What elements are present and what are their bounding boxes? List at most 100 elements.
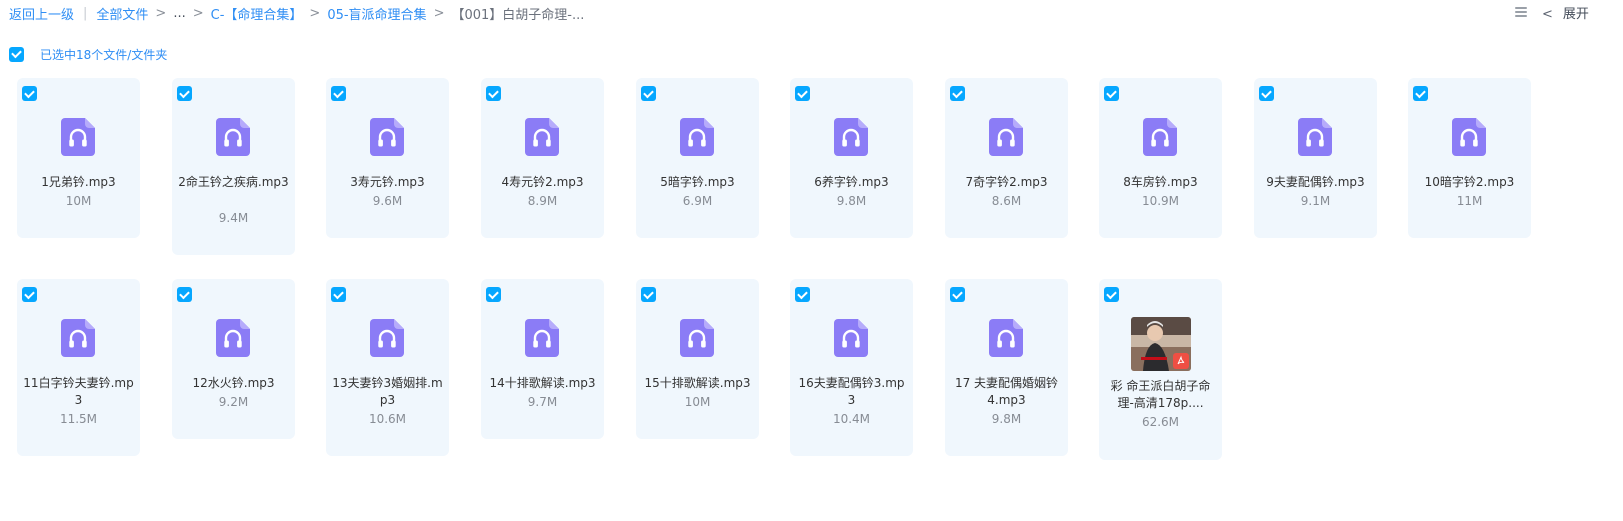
file-name: 7奇字钤2.mp3 — [965, 175, 1048, 189]
file-checkbox[interactable] — [486, 287, 501, 302]
headphones-icon — [1452, 118, 1486, 156]
file-checkbox[interactable] — [641, 287, 656, 302]
file-card[interactable]: 5暗字钤.mp3 6.9M — [636, 78, 759, 238]
file-name: 9夫妻配偶钤.mp3 — [1266, 175, 1365, 189]
file-card[interactable]: 10暗字钤2.mp3 11M — [1408, 78, 1531, 238]
file-checkbox[interactable] — [177, 287, 192, 302]
breadcrumb: 返回上一级 | 全部文件 > ... > C-【命理合集】 > 05-盲派命理合… — [9, 4, 584, 23]
file-card[interactable]: 16夫妻配偶钤3.mp3 10.4M — [790, 279, 913, 456]
file-card[interactable]: 11白字钤夫妻钤.mp3 11.5M — [17, 279, 140, 456]
selection-count: 已选中18个文件/文件夹 — [40, 47, 168, 62]
file-name: 4寿元钤2.mp3 — [501, 175, 584, 189]
file-checkbox[interactable] — [331, 287, 346, 302]
file-name: 15十排歌解读.mp3 — [644, 376, 751, 390]
file-size: 9.4M — [218, 211, 249, 225]
headphones-icon — [1298, 118, 1332, 156]
file-type-icon — [525, 118, 559, 156]
file-card[interactable]: 14十排歌解读.mp3 9.7M — [481, 279, 604, 439]
breadcrumb-arrow-icon: > — [192, 6, 204, 21]
breadcrumb-ellipsis[interactable]: ... — [173, 6, 185, 21]
file-type-icon — [989, 118, 1023, 156]
expand-label: 展开 — [1562, 7, 1589, 22]
file-type-icon — [216, 319, 250, 357]
file-name: 3寿元钤.mp3 — [350, 175, 425, 189]
file-name: 5暗字钤.mp3 — [660, 175, 735, 189]
breadcrumb-divider: | — [83, 6, 88, 21]
file-name: 14十排歌解读.mp3 — [489, 376, 596, 390]
file-checkbox[interactable] — [1413, 86, 1428, 101]
file-size: 9.1M — [1300, 194, 1331, 208]
file-checkbox[interactable] — [177, 86, 192, 101]
headphones-icon — [680, 118, 714, 156]
file-checkbox[interactable] — [331, 86, 346, 101]
file-checkbox[interactable] — [486, 86, 501, 101]
file-card[interactable]: 13夫妻钤3婚姻排.mp3 10.6M — [326, 279, 449, 456]
file-card[interactable]: 9夫妻配偶钤.mp3 9.1M — [1254, 78, 1377, 238]
file-checkbox[interactable] — [22, 287, 37, 302]
file-card[interactable]: 彩 命王派白胡子命理-高清178p.... 62.6M — [1099, 279, 1222, 460]
file-type-icon — [370, 319, 404, 357]
breadcrumb-all-files[interactable]: 全部文件 — [96, 4, 148, 23]
file-card[interactable]: 15十排歌解读.mp3 10M — [636, 279, 759, 439]
file-type-icon — [370, 118, 404, 156]
file-type-icon — [1298, 118, 1332, 156]
back-link[interactable]: 返回上一级 — [9, 4, 74, 23]
file-card[interactable]: 1兄弟钤.mp3 10M — [17, 78, 140, 238]
headphones-icon — [1143, 118, 1177, 156]
breadcrumb-arrow-icon: > — [433, 6, 445, 21]
breadcrumb-folder-c[interactable]: C-【命理合集】 — [211, 4, 303, 23]
headphones-icon — [989, 118, 1023, 156]
file-size: 10M — [65, 194, 92, 208]
headphones-icon — [834, 118, 868, 156]
file-size: 10.6M — [368, 412, 407, 426]
breadcrumb-current: 【001】白胡子命理-... — [451, 8, 585, 23]
file-size: 62.6M — [1141, 415, 1180, 429]
select-all-checkbox[interactable] — [9, 46, 24, 62]
breadcrumb-folder-05[interactable]: 05-盲派命理合集 — [327, 4, 426, 23]
file-card[interactable]: 8车房钤.mp3 10.9M — [1099, 78, 1222, 238]
file-size: 6.9M — [682, 194, 713, 208]
pdf-icon — [1173, 353, 1189, 369]
headphones-icon — [216, 319, 250, 357]
file-type-icon — [61, 319, 95, 357]
file-checkbox[interactable] — [1104, 86, 1119, 101]
headphones-icon — [61, 319, 95, 357]
headphones-icon — [370, 319, 404, 357]
headphones-icon — [370, 118, 404, 156]
file-type-icon — [525, 319, 559, 357]
file-card[interactable]: 3寿元钤.mp3 9.6M — [326, 78, 449, 238]
file-name: 6养字钤.mp3 — [814, 175, 889, 189]
file-type-icon — [680, 118, 714, 156]
file-checkbox[interactable] — [795, 86, 810, 101]
file-card[interactable]: 4寿元钤2.mp3 8.9M — [481, 78, 604, 238]
file-size: 11M — [1456, 194, 1483, 208]
expand-button[interactable]: < 展开 — [1542, 3, 1589, 22]
list-view-icon[interactable] — [1514, 5, 1528, 19]
file-checkbox[interactable] — [1104, 287, 1119, 302]
file-size: 9.6M — [372, 194, 403, 208]
file-name: 彩 命王派白胡子命理-高清178p.... — [1110, 379, 1211, 410]
headphones-icon — [61, 118, 95, 156]
file-card[interactable]: 2命王钤之疾病.mp3 9.4M — [172, 78, 295, 255]
file-card[interactable]: 12水火钤.mp3 9.2M — [172, 279, 295, 439]
file-checkbox[interactable] — [795, 287, 810, 302]
file-name: 1兄弟钤.mp3 — [41, 175, 116, 189]
file-checkbox[interactable] — [1259, 86, 1274, 101]
file-size: 9.8M — [991, 412, 1022, 426]
file-size: 9.7M — [527, 395, 558, 409]
file-card[interactable]: 6养字钤.mp3 9.8M — [790, 78, 913, 238]
file-checkbox[interactable] — [22, 86, 37, 101]
file-type-icon — [216, 118, 250, 156]
file-card[interactable]: 17 夫妻配偶婚姻钤4.mp3 9.8M — [945, 279, 1068, 456]
file-card[interactable]: 7奇字钤2.mp3 8.6M — [945, 78, 1068, 238]
headphones-icon — [525, 118, 559, 156]
file-type-icon — [61, 118, 95, 156]
file-type-icon — [1452, 118, 1486, 156]
file-type-icon — [1143, 118, 1177, 156]
file-checkbox[interactable] — [950, 287, 965, 302]
file-checkbox[interactable] — [641, 86, 656, 101]
file-checkbox[interactable] — [950, 86, 965, 101]
file-type-icon — [680, 319, 714, 357]
headphones-icon — [989, 319, 1023, 357]
file-name: 16夫妻配偶钤3.mp3 — [798, 376, 905, 407]
